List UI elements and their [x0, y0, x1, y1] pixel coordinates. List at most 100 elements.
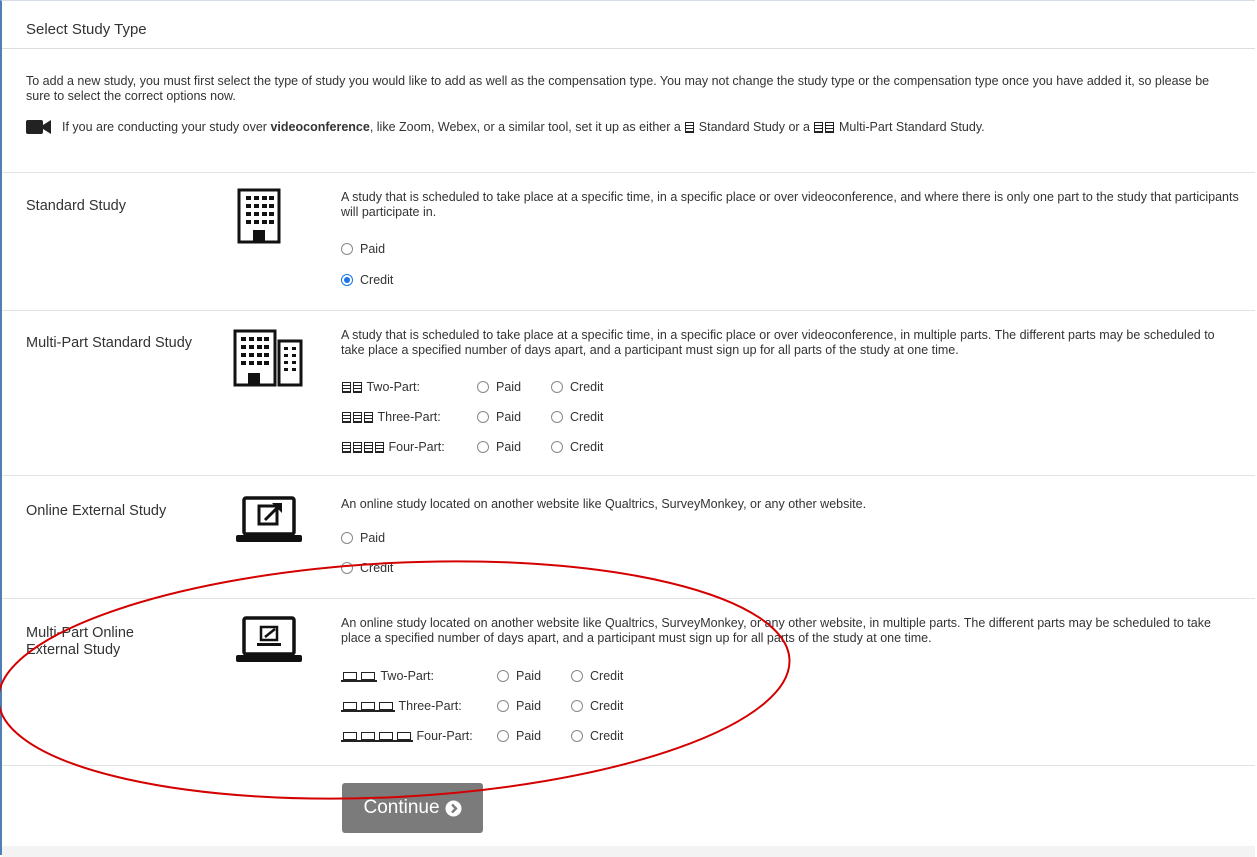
- part-label: Two-Part:: [366, 380, 420, 394]
- building-icon: [364, 411, 373, 423]
- radio-paid[interactable]: [477, 441, 489, 453]
- radio-credit[interactable]: [571, 670, 583, 682]
- radio-label: Paid: [360, 531, 386, 545]
- row-divider: [2, 475, 1255, 476]
- radio-option-credit[interactable]: Credit: [551, 440, 603, 454]
- building-icon: [353, 411, 362, 423]
- study-desc-online-external: An online study located on another websi…: [341, 497, 867, 511]
- radio-option-paid[interactable]: Paid: [341, 531, 385, 545]
- radio-option-paid[interactable]: Paid: [477, 440, 551, 454]
- video-note-prefix: If you are conducting your study over: [62, 120, 267, 134]
- laptop-multi-icon: [236, 616, 302, 662]
- study-name-standard: Standard Study: [26, 198, 126, 214]
- part-label: Three-Part:: [377, 410, 441, 424]
- radio-option-paid[interactable]: Paid: [497, 669, 571, 683]
- radio-credit[interactable]: [341, 562, 353, 574]
- radio-option-paid[interactable]: Paid: [477, 380, 551, 394]
- multi-online-two-part-row: Two-Part: Paid Credit: [341, 669, 623, 683]
- select-study-type-panel: Select Study Type To add a new study, yo…: [0, 0, 1255, 857]
- radio-paid[interactable]: [497, 700, 509, 712]
- laptop-icon: [359, 732, 377, 742]
- building-icon: [353, 441, 362, 453]
- panel-header: Select Study Type: [2, 1, 1255, 49]
- radio-credit[interactable]: [571, 700, 583, 712]
- part-label: Three-Part:: [398, 699, 462, 713]
- building-icon: [353, 381, 362, 393]
- radio-option-credit[interactable]: Credit: [571, 669, 623, 683]
- radio-option-paid[interactable]: Paid: [497, 729, 571, 743]
- multi-standard-three-part-row: Three-Part: Paid Credit: [341, 410, 603, 424]
- study-name-online-external: Online External Study: [26, 503, 167, 519]
- buildings-icon: [233, 329, 303, 387]
- radio-paid[interactable]: [497, 670, 509, 682]
- multi-standard-four-part-row: Four-Part: Paid Credit: [341, 440, 603, 454]
- radio-label: Credit: [570, 440, 604, 454]
- building-icon: [364, 441, 373, 453]
- building-icon: [342, 381, 351, 393]
- video-note-bold: videoconference: [270, 120, 370, 134]
- study-desc-multi-standard: A study that is scheduled to take place …: [341, 328, 1215, 357]
- study-desc-multi-online-external: An online study located on another websi…: [341, 616, 1211, 645]
- radio-credit[interactable]: [551, 381, 563, 393]
- radio-label: Paid: [496, 440, 522, 454]
- laptop-external-link-icon: [236, 496, 302, 542]
- laptop-icon: [377, 732, 395, 742]
- building-icon: [685, 121, 695, 133]
- study-name-multi-online-external: Multi-Part Online External Study: [26, 625, 134, 658]
- radio-paid[interactable]: [477, 411, 489, 423]
- radio-label: Credit: [590, 699, 624, 713]
- radio-paid[interactable]: [477, 381, 489, 393]
- radio-credit[interactable]: [551, 441, 563, 453]
- building-icon: [814, 121, 824, 133]
- laptop-icon: [359, 672, 377, 682]
- building-icon: [342, 411, 351, 423]
- building-icon: [237, 188, 281, 244]
- multi-online-three-part-row: Three-Part: Paid Credit: [341, 699, 623, 713]
- radio-option-credit[interactable]: Credit: [341, 273, 393, 287]
- radio-option-credit[interactable]: Credit: [341, 561, 393, 575]
- laptop-icon: [395, 732, 413, 742]
- row-divider: [2, 765, 1255, 766]
- panel-footer: [2, 846, 1255, 857]
- radio-option-credit[interactable]: Credit: [551, 410, 603, 424]
- laptop-icon: [341, 732, 359, 742]
- radio-label: Credit: [570, 410, 604, 424]
- study-name-multi-standard: Multi-Part Standard Study: [26, 335, 193, 351]
- study-desc-standard: A study that is scheduled to take place …: [341, 190, 1239, 219]
- videoconference-note: If you are conducting your study over vi…: [26, 119, 985, 135]
- radio-paid[interactable]: [341, 532, 353, 544]
- building-icon: [825, 121, 835, 133]
- laptop-icon: [341, 672, 359, 682]
- radio-option-credit[interactable]: Credit: [571, 729, 623, 743]
- radio-option-credit[interactable]: Credit: [571, 699, 623, 713]
- radio-label: Credit: [360, 561, 394, 575]
- radio-credit-selected[interactable]: [341, 274, 353, 286]
- radio-option-paid[interactable]: Paid: [341, 242, 385, 256]
- row-divider: [2, 310, 1255, 311]
- radio-paid[interactable]: [497, 730, 509, 742]
- radio-credit[interactable]: [551, 411, 563, 423]
- row-divider: [2, 172, 1255, 173]
- continue-label: Continue: [363, 797, 440, 818]
- panel-title: Select Study Type: [26, 21, 147, 38]
- building-icon: [375, 441, 384, 453]
- radio-credit[interactable]: [571, 730, 583, 742]
- radio-label: Paid: [496, 410, 522, 424]
- radio-paid[interactable]: [341, 243, 353, 255]
- video-note-standard: Standard Study or a: [698, 120, 810, 134]
- radio-option-credit[interactable]: Credit: [551, 380, 603, 394]
- radio-label: Credit: [590, 729, 624, 743]
- laptop-icon: [377, 702, 395, 712]
- part-label: Four-Part:: [416, 729, 473, 743]
- radio-label: Paid: [516, 669, 542, 683]
- multi-online-four-part-row: Four-Part: Paid Credit: [341, 729, 623, 743]
- video-camera-icon: [26, 120, 51, 134]
- chevron-circle-right-icon: [445, 800, 462, 816]
- part-label: Two-Part:: [380, 669, 434, 683]
- continue-button[interactable]: Continue: [342, 783, 483, 833]
- radio-option-paid[interactable]: Paid: [497, 699, 571, 713]
- radio-label: Credit: [590, 669, 624, 683]
- radio-option-paid[interactable]: Paid: [477, 410, 551, 424]
- laptop-icon: [359, 702, 377, 712]
- radio-label: Paid: [360, 242, 386, 256]
